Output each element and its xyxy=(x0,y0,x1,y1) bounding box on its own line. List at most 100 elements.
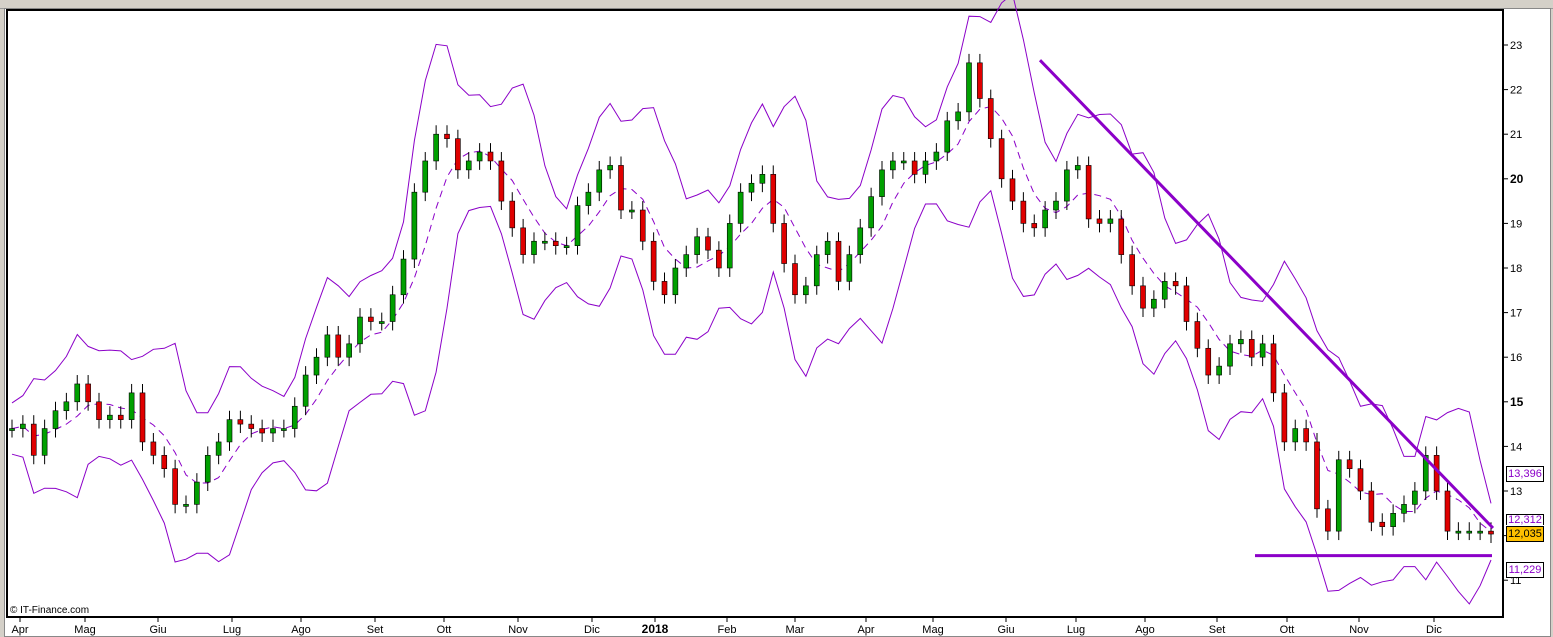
candle xyxy=(1303,428,1309,443)
candle xyxy=(1325,508,1331,532)
x-tick-label: Apr xyxy=(11,624,28,636)
x-tick-label: Feb xyxy=(718,624,737,636)
candle xyxy=(868,196,874,229)
candle xyxy=(563,245,570,248)
candle xyxy=(759,174,766,184)
candle xyxy=(987,98,994,139)
candle xyxy=(302,374,309,407)
y-tick-label: 22 xyxy=(1510,85,1522,97)
candle xyxy=(1412,490,1418,505)
middle-band-value: 12,312 xyxy=(1506,514,1544,525)
candle xyxy=(498,160,505,202)
last-price-value: 12,035 xyxy=(1506,526,1544,542)
candle xyxy=(444,133,450,139)
candle xyxy=(346,343,352,358)
candle xyxy=(1390,512,1396,527)
candle xyxy=(1292,428,1299,443)
x-tick-label: Mag xyxy=(74,624,95,636)
candle xyxy=(400,258,407,296)
candle xyxy=(737,191,744,224)
candle xyxy=(226,419,233,443)
candle xyxy=(150,441,157,456)
candle xyxy=(30,423,37,456)
x-tick-label: 2018 xyxy=(642,622,669,636)
candle xyxy=(291,405,298,429)
candle xyxy=(487,151,494,162)
candle xyxy=(172,468,178,505)
candle xyxy=(1270,343,1277,394)
candle xyxy=(335,334,342,358)
candle xyxy=(313,356,320,376)
candle xyxy=(813,254,820,287)
x-axis: Apr Mag Giu Lug Ago Set Ott Nov Dic 2018 Feb Mar Apr… xyxy=(7,616,1503,636)
candle xyxy=(1216,365,1222,376)
candle xyxy=(281,428,287,431)
candle xyxy=(1357,468,1364,492)
candle xyxy=(1281,392,1288,443)
candle xyxy=(324,334,331,358)
x-tick-label: Ott xyxy=(1280,624,1295,636)
x-tick-label: Mag xyxy=(922,624,943,636)
watermark: © IT-Finance.com xyxy=(10,605,89,616)
candle xyxy=(552,240,559,247)
candle xyxy=(661,281,668,296)
x-tick-label: Nov xyxy=(1349,624,1369,636)
candle xyxy=(705,236,711,251)
x-tick-label: Giu xyxy=(997,624,1014,636)
x-tick-label: Lug xyxy=(1067,624,1085,636)
candle xyxy=(618,165,624,211)
candle xyxy=(1172,281,1179,287)
candle xyxy=(465,160,472,171)
y-tick-label: 23 xyxy=(1510,40,1522,52)
candle xyxy=(542,240,548,244)
candle xyxy=(922,160,929,175)
candle xyxy=(1161,281,1168,300)
candle xyxy=(596,169,603,193)
candle xyxy=(672,267,679,296)
candle xyxy=(911,160,918,175)
x-tick-label: Ott xyxy=(437,624,452,636)
candle xyxy=(161,455,168,470)
candle xyxy=(1227,343,1233,367)
candle xyxy=(1031,223,1038,229)
candle xyxy=(1346,459,1353,469)
candle xyxy=(1205,347,1212,376)
candle xyxy=(966,62,972,113)
upper-band-value: 13,396 xyxy=(1506,466,1544,482)
candle xyxy=(194,481,200,505)
plot-area xyxy=(6,9,1504,618)
candle xyxy=(96,401,102,420)
candle xyxy=(683,254,690,269)
candle xyxy=(41,428,48,456)
y-tick-label: 19 xyxy=(1510,218,1522,230)
candle xyxy=(1009,178,1016,202)
y-tick-label: 15 xyxy=(1510,395,1524,409)
candle xyxy=(1107,218,1114,224)
candle xyxy=(824,240,831,255)
candle xyxy=(1074,165,1081,171)
candle xyxy=(1129,254,1135,287)
x-tick-label: Ago xyxy=(1135,624,1155,636)
candle xyxy=(574,205,581,246)
x-tick-label: Giu xyxy=(149,624,166,636)
candle xyxy=(1466,530,1473,534)
x-tick-label: Dic xyxy=(584,624,600,636)
x-tick-label: Apr xyxy=(857,624,874,636)
x-tick-label: Set xyxy=(1209,624,1226,636)
candle xyxy=(1042,209,1048,229)
candle xyxy=(607,165,613,171)
candle xyxy=(792,263,798,296)
candle xyxy=(378,321,385,324)
candle xyxy=(944,120,951,153)
candle xyxy=(1183,285,1190,322)
candle xyxy=(107,414,113,420)
candle xyxy=(531,240,537,255)
candle xyxy=(1151,298,1157,309)
candle xyxy=(781,223,787,264)
candle xyxy=(1335,459,1342,532)
candle xyxy=(74,383,81,403)
candle xyxy=(248,423,255,429)
candle xyxy=(1238,339,1244,345)
x-tick-label: Set xyxy=(367,624,384,636)
x-tick-label: Lug xyxy=(223,624,241,636)
